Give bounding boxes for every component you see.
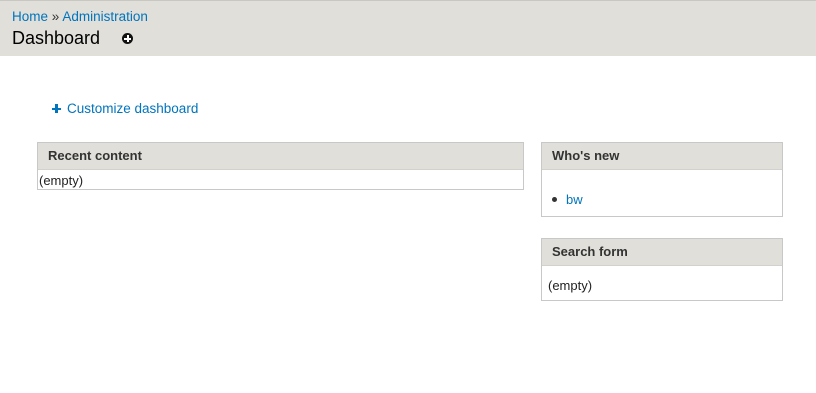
recent-content-body: (empty) [39, 173, 84, 188]
search-form-title: Search form [542, 239, 782, 266]
whos-new-title: Who's new [542, 143, 782, 170]
add-shortcut-icon[interactable] [122, 33, 133, 44]
search-form-body: (empty) [548, 278, 593, 293]
page-header: Home » Administration Dashboard [0, 0, 816, 56]
user-link-bw[interactable]: bw [566, 192, 583, 207]
breadcrumb-separator: » [51, 9, 60, 24]
search-form-block: Search form (empty) [541, 238, 783, 301]
breadcrumb-home-link[interactable]: Home [12, 9, 48, 24]
customize-dashboard-label: Customize dashboard [67, 101, 199, 116]
recent-content-title: Recent content [38, 143, 523, 170]
plus-icon [52, 104, 61, 113]
breadcrumb: Home » Administration [12, 9, 148, 25]
page-title: Dashboard [12, 28, 101, 48]
list-item: bw [552, 192, 583, 208]
whos-new-block: Who's new bw [541, 142, 783, 217]
customize-dashboard-link[interactable]: Customize dashboard [52, 101, 198, 117]
recent-content-block: Recent content (empty) [37, 142, 524, 190]
bullet-icon [552, 197, 557, 202]
breadcrumb-administration-link[interactable]: Administration [62, 9, 148, 24]
